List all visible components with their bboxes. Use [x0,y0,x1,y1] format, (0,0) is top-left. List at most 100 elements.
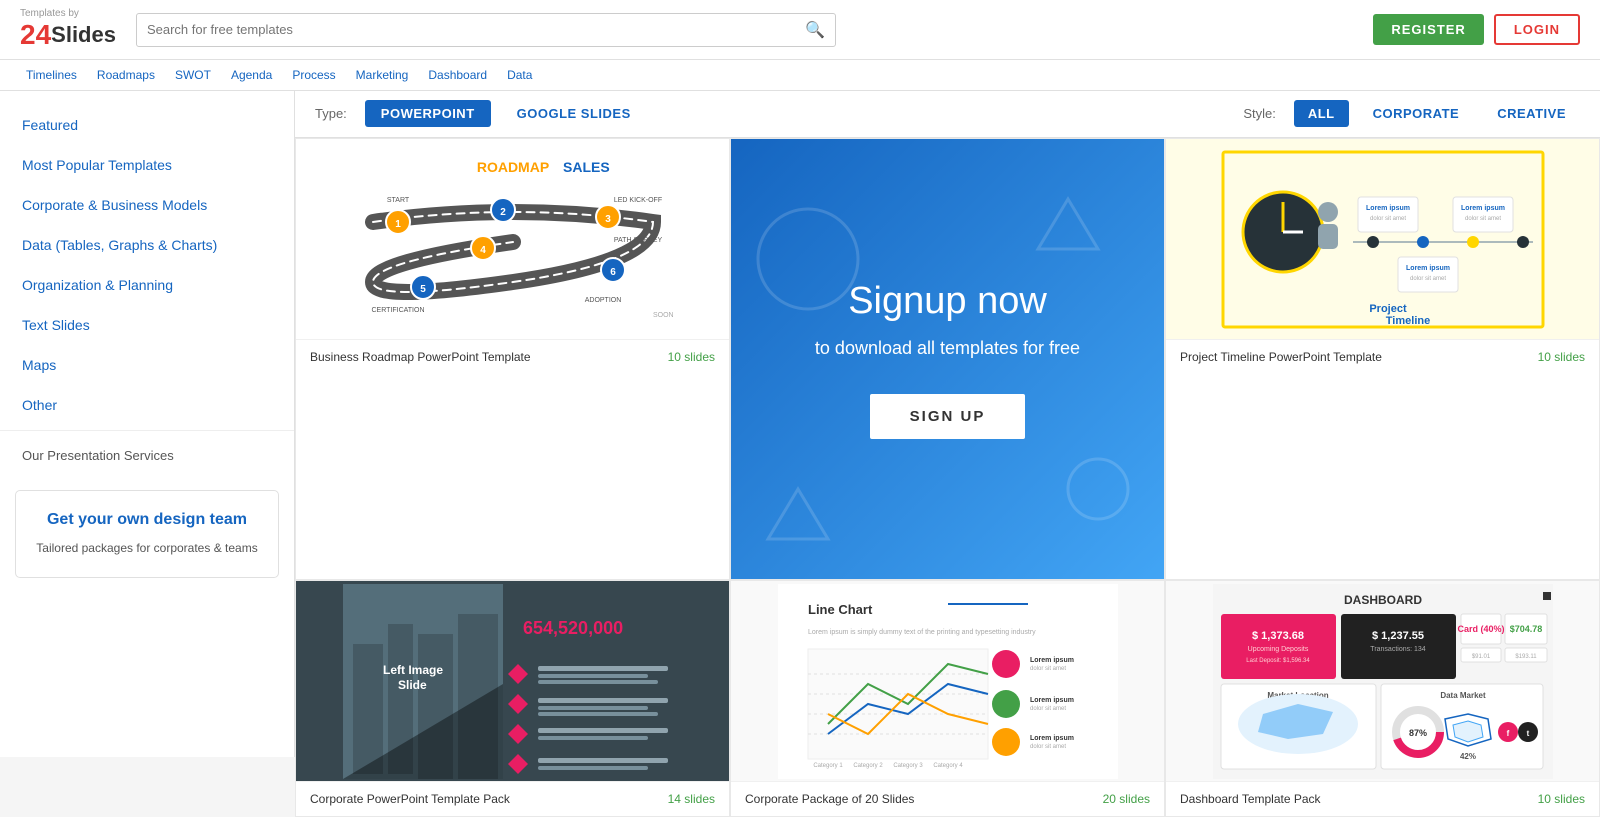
svg-text:SALES: SALES [563,159,610,175]
type-google-slides-button[interactable]: GOOGLE SLIDES [501,100,647,127]
svg-text:PATH SURVEY: PATH SURVEY [613,237,662,244]
sidebar-item-corporate-business[interactable]: Corporate & Business Models [0,185,294,225]
svg-text:LED KICK-OFF: LED KICK-OFF [613,197,661,204]
svg-text:Category 1: Category 1 [813,763,843,769]
svg-text:Left Image: Left Image [383,663,443,677]
svg-text:5: 5 [420,284,426,295]
sidebar-item-presentation-services[interactable]: Our Presentation Services [0,436,294,475]
svg-text:1: 1 [395,219,401,230]
template-info-corporate: Corporate PowerPoint Template Pack 14 sl… [296,781,729,816]
svg-text:Category 4: Category 4 [933,763,963,769]
template-slides-roadmap: 10 slides [668,350,715,364]
template-slides-timeline: 10 slides [1538,350,1585,364]
search-bar: 🔍 [136,13,836,47]
sidebar-item-featured[interactable]: Featured [0,105,294,145]
search-button[interactable]: 🔍 [805,20,825,40]
svg-text:Lorem ipsum: Lorem ipsum [1406,265,1450,272]
filter-timelines[interactable]: Timelines [20,66,83,84]
template-title-corporate: Corporate PowerPoint Template Pack [310,792,510,806]
svg-text:3: 3 [605,214,611,225]
svg-text:dolor sit amet: dolor sit amet [1030,706,1066,712]
signup-heading: Signup now [848,280,1047,323]
template-card-signup[interactable]: Signup now to download all templates for… [730,138,1165,580]
sidebar-promo: Get your own design team Tailored packag… [15,490,279,578]
style-group: Style: ALL CORPORATE CREATIVE [1243,100,1580,127]
svg-text:ADOPTION: ADOPTION [584,297,621,304]
filter-process[interactable]: Process [286,66,341,84]
sidebar-divider [0,430,294,431]
template-slides-corporate: 14 slides [668,792,715,806]
type-powerpoint-button[interactable]: POWERPOINT [365,100,491,127]
svg-text:Line Chart: Line Chart [808,602,873,617]
template-card-corporate[interactable]: Left Image Slide 654,520,000 [295,580,730,817]
svg-text:Lorem ipsum: Lorem ipsum [1461,205,1505,212]
svg-text:Lorem ipsum: Lorem ipsum [1366,205,1410,212]
svg-text:$ 1,373.68: $ 1,373.68 [1252,630,1304,642]
type-group: Type: POWERPOINT GOOGLE SLIDES [315,100,647,127]
sidebar-item-other[interactable]: Other [0,385,294,425]
style-creative-button[interactable]: CREATIVE [1483,100,1580,127]
template-card-roadmap[interactable]: ROADMAP SALES 1 2 4 3 [295,138,730,580]
template-info-timeline: Project Timeline PowerPoint Template 10 … [1166,339,1599,374]
sidebar-item-organization-planning[interactable]: Organization & Planning [0,265,294,305]
svg-text:$ 1,237.55: $ 1,237.55 [1372,630,1424,642]
filter-agenda[interactable]: Agenda [225,66,278,84]
svg-text:Data Market: Data Market [1440,691,1486,700]
svg-text:dolor sit amet: dolor sit amet [1369,216,1405,222]
svg-text:SOON: SOON [653,312,674,319]
style-corporate-button[interactable]: CORPORATE [1359,100,1474,127]
type-style-bar: Type: POWERPOINT GOOGLE SLIDES Style: AL… [295,90,1600,138]
sidebar: Featured Most Popular Templates Corporat… [0,90,295,757]
template-info-dashboard: Dashboard Template Pack 10 slides [1166,781,1599,816]
template-info-linechart: Corporate Package of 20 Slides 20 slides [731,781,1164,816]
svg-text:Category 3: Category 3 [893,763,923,769]
signup-subtext: to download all templates for free [815,338,1080,359]
register-button[interactable]: REGISTER [1373,14,1483,45]
content-area: Type: POWERPOINT GOOGLE SLIDES Style: AL… [295,90,1600,817]
svg-text:dolor sit amet: dolor sit amet [1409,276,1445,282]
svg-text:Timeline: Timeline [1385,315,1429,327]
logo-name: Slides [51,22,116,48]
login-button[interactable]: LOGIN [1494,14,1580,45]
svg-text:Last Deposit: $1,596.34: Last Deposit: $1,596.34 [1246,658,1310,664]
filter-swot[interactable]: SWOT [169,66,217,84]
filter-data[interactable]: Data [501,66,538,84]
sidebar-item-text-slides[interactable]: Text Slides [0,305,294,345]
sidebar-item-data-tables[interactable]: Data (Tables, Graphs & Charts) [0,225,294,265]
filter-dashboard[interactable]: Dashboard [422,66,493,84]
template-title-roadmap: Business Roadmap PowerPoint Template [310,350,531,364]
svg-text:DASHBOARD: DASHBOARD [1344,593,1422,607]
logo-by-text: Templates by [20,9,116,19]
template-thumb-linechart: Line Chart Lorem ipsum is simply dummy t… [731,581,1164,781]
template-card-linechart[interactable]: Line Chart Lorem ipsum is simply dummy t… [730,580,1165,817]
filter-roadmaps[interactable]: Roadmaps [91,66,161,84]
template-card-dashboard[interactable]: DASHBOARD $ 1,373.68 Upcoming Deposits L… [1165,580,1600,817]
template-title-dashboard: Dashboard Template Pack [1180,792,1321,806]
svg-text:ROADMAP: ROADMAP [476,159,548,175]
svg-text:dolor sit amet: dolor sit amet [1464,216,1500,222]
template-title-linechart: Corporate Package of 20 Slides [745,792,914,806]
signup-button[interactable]: SIGN UP [870,394,1026,439]
search-input[interactable] [147,22,805,37]
signup-card: Signup now to download all templates for… [731,139,1164,579]
promo-body: Tailored packages for corporates & teams [31,539,263,557]
style-all-button[interactable]: ALL [1294,100,1349,127]
svg-text:$91.01: $91.01 [1471,654,1490,660]
svg-text:Lorem ipsum: Lorem ipsum [1030,657,1074,664]
svg-text:87%: 87% [1408,728,1426,738]
style-label: Style: [1243,106,1276,121]
logo[interactable]: Templates by 24 Slides [20,9,116,51]
filter-marketing[interactable]: Marketing [350,66,415,84]
svg-text:4: 4 [480,245,486,256]
sidebar-item-maps[interactable]: Maps [0,345,294,385]
template-card-timeline[interactable]: Lorem ipsum dolor sit amet Lorem ipsum d… [1165,138,1600,580]
template-thumb-corporate: Left Image Slide 654,520,000 [296,581,729,781]
svg-text:dolor sit amet: dolor sit amet [1030,666,1066,672]
sidebar-item-most-popular[interactable]: Most Popular Templates [0,145,294,185]
promo-title: Get your own design team [31,511,263,529]
template-thumb-dashboard: DASHBOARD $ 1,373.68 Upcoming Deposits L… [1166,581,1599,781]
template-thumb-roadmap: ROADMAP SALES 1 2 4 3 [296,139,729,339]
header-buttons: REGISTER LOGIN [1373,14,1580,45]
svg-text:START: START [386,197,409,204]
template-info-roadmap: Business Roadmap PowerPoint Template 10 … [296,339,729,374]
